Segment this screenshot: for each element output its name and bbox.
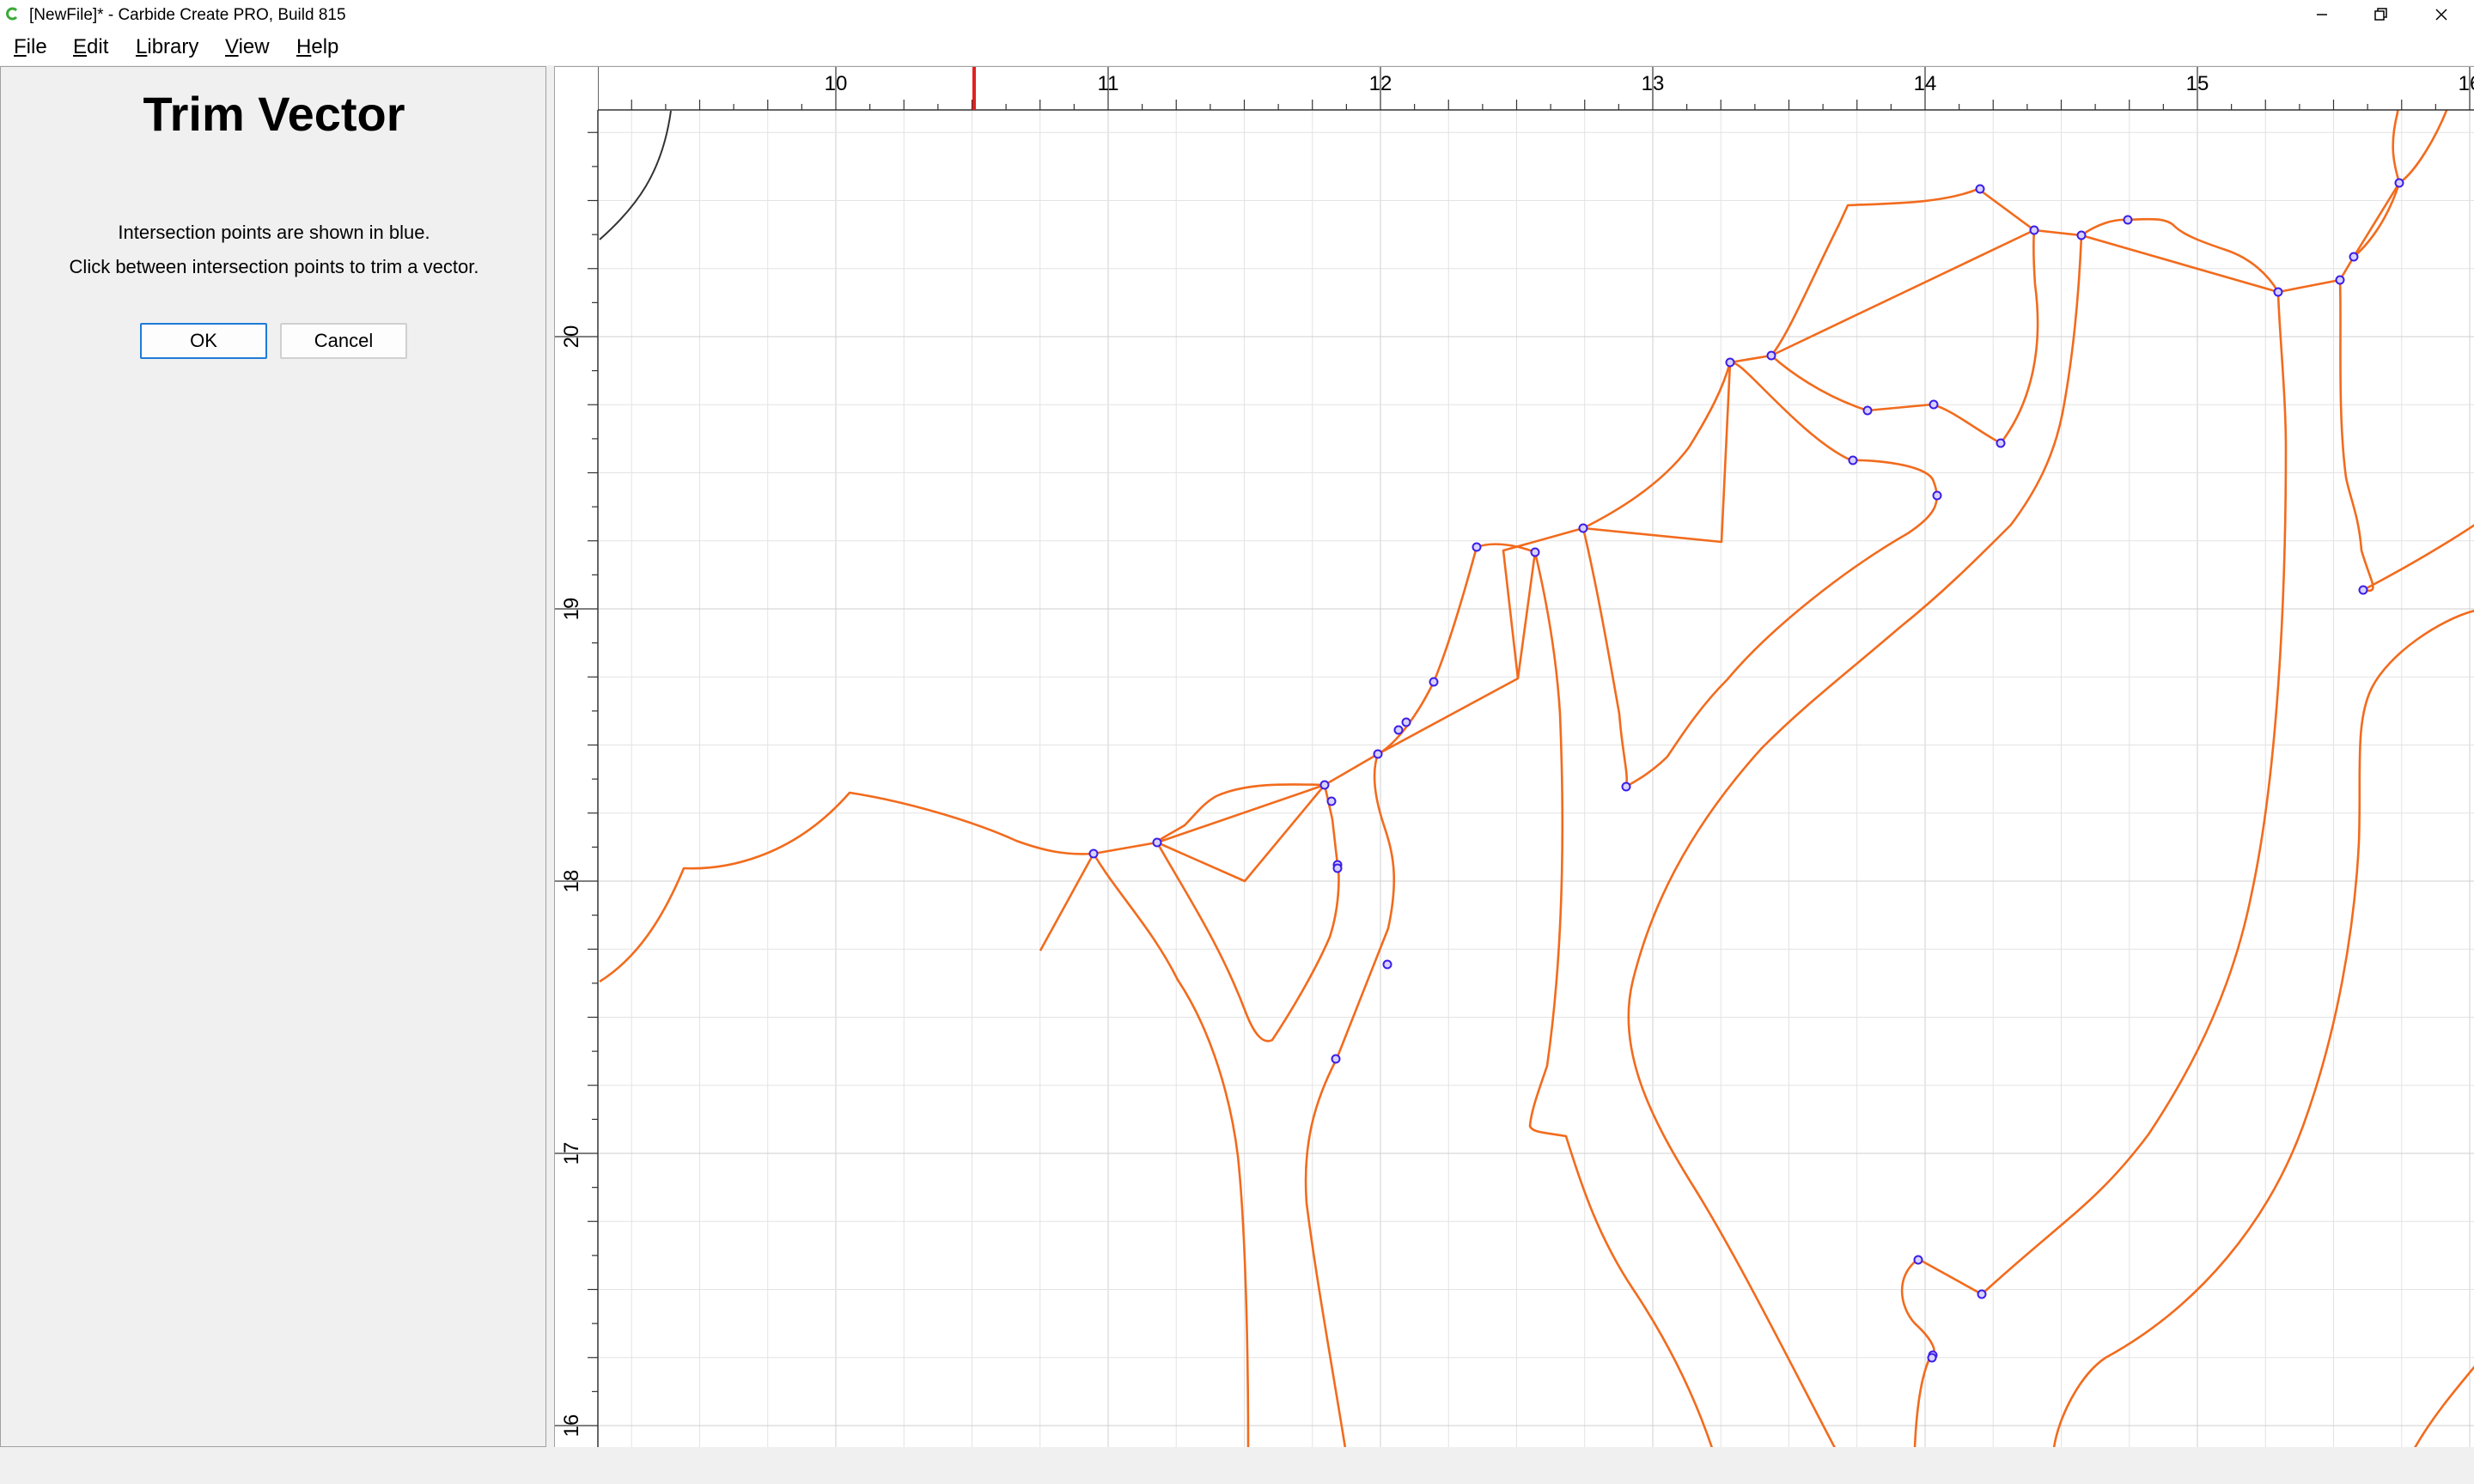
intersection-point[interactable]	[1088, 848, 1099, 859]
intersection-point[interactable]	[1932, 490, 1942, 501]
vector-path[interactable]	[1092, 853, 1250, 1447]
ruler-x-label: 15	[2186, 72, 2209, 95]
restore-icon	[2374, 8, 2387, 21]
vector-path[interactable]	[1770, 182, 2401, 357]
intersection-point[interactable]	[1332, 863, 1343, 873]
intersection-point[interactable]	[2076, 230, 2087, 240]
close-icon	[2435, 9, 2447, 21]
black-arc-vector[interactable]	[599, 110, 672, 240]
intersection-point[interactable]	[1725, 357, 1735, 368]
ruler-y-label: 16	[560, 1414, 583, 1438]
ruler-x-label: 12	[1369, 72, 1392, 95]
status-bar	[0, 1447, 2474, 1484]
cancel-button[interactable]: Cancel	[280, 323, 407, 359]
canvas-grid	[598, 110, 2474, 1447]
title-bar: [NewFile]* - Carbide Create PRO, Build 8…	[0, 0, 2474, 29]
vector-path[interactable]	[1900, 291, 2288, 1447]
menu-view[interactable]: View	[225, 35, 270, 59]
ruler-y-label: 20	[560, 325, 583, 349]
panel-instruction-1: Intersection points are shown in blue.	[118, 222, 430, 243]
menu-edit[interactable]: Edit	[73, 35, 108, 59]
vector-path[interactable]	[1582, 187, 2035, 530]
intersection-point[interactable]	[1331, 1054, 1341, 1064]
intersection-point[interactable]	[1393, 725, 1404, 735]
design-canvas[interactable]: 10 11 12 13 14 15 16 20 19 18 17 16	[554, 66, 2474, 1447]
carbide-create-app-icon	[6, 7, 18, 21]
intersection-point[interactable]	[1927, 1353, 1937, 1363]
ruler-x-label: 13	[1642, 72, 1665, 95]
intersection-point[interactable]	[1848, 455, 1858, 465]
vector-path[interactable]	[1039, 783, 1325, 952]
intersection-point[interactable]	[2029, 225, 2039, 235]
intersection-points	[1088, 178, 2404, 1363]
ruler-x-label: 10	[825, 72, 848, 95]
vector-path[interactable]	[2338, 279, 2474, 593]
intersection-point[interactable]	[2123, 215, 2133, 225]
intersection-point[interactable]	[1862, 405, 1873, 416]
ruler-x-label: 16	[2459, 72, 2474, 95]
intersection-point[interactable]	[2394, 178, 2404, 188]
close-window-button[interactable]	[2409, 0, 2474, 29]
menu-help[interactable]: Help	[296, 35, 338, 59]
ruler-y-label: 19	[560, 598, 583, 621]
intersection-point[interactable]	[2358, 585, 2368, 595]
vertical-ruler	[555, 67, 599, 1447]
vector-path[interactable]	[1377, 543, 1537, 756]
vector-path[interactable]	[2414, 1365, 2474, 1447]
menu-file[interactable]: File	[14, 35, 47, 59]
minimize-button[interactable]	[2289, 0, 2355, 29]
vector-path[interactable]	[599, 791, 1094, 983]
window-title: [NewFile]* - Carbide Create PRO, Build 8…	[29, 6, 346, 24]
intersection-point[interactable]	[1578, 523, 1588, 533]
restore-button[interactable]	[2348, 0, 2413, 29]
ruler-x-label: 11	[1098, 72, 1119, 95]
vector-path[interactable]	[1528, 551, 1714, 1447]
intersection-point[interactable]	[1429, 677, 1439, 687]
intersection-point[interactable]	[2273, 287, 2283, 297]
intersection-point[interactable]	[1152, 837, 1162, 848]
intersection-point[interactable]	[1373, 749, 1383, 759]
vector-path[interactable]	[1155, 784, 1340, 1043]
vector-path[interactable]	[2052, 609, 2474, 1447]
intersection-point[interactable]	[1975, 184, 1985, 194]
intersection-point[interactable]	[1472, 542, 1482, 552]
minimize-icon	[2317, 14, 2327, 15]
panel-instruction-2: Click between intersection points to tri…	[69, 256, 479, 277]
intersection-point[interactable]	[1326, 796, 1337, 806]
vector-path[interactable]	[1581, 361, 1938, 788]
ruler-y-label: 17	[560, 1142, 583, 1165]
intersection-point[interactable]	[1382, 959, 1392, 970]
cursor-marker-horizontal-ruler	[972, 67, 976, 110]
vector-group	[599, 77, 2474, 1447]
panel-title: Trim Vector	[143, 87, 405, 141]
intersection-point[interactable]	[1319, 780, 1330, 790]
intersection-point[interactable]	[1913, 1255, 1923, 1265]
ruler-corner	[555, 67, 598, 110]
intersection-point[interactable]	[1766, 350, 1776, 361]
intersection-point[interactable]	[1929, 399, 1939, 410]
intersection-point[interactable]	[2349, 252, 2359, 262]
vector-path[interactable]	[1156, 526, 1584, 883]
intersection-point[interactable]	[2335, 275, 2345, 285]
ok-button[interactable]: OK	[140, 323, 267, 359]
menu-bar: File Edit Library View Help	[0, 29, 2474, 65]
menu-library[interactable]: Library	[136, 35, 198, 59]
intersection-point[interactable]	[1621, 782, 1631, 792]
intersection-point[interactable]	[1401, 717, 1411, 727]
intersection-point[interactable]	[1996, 438, 2006, 448]
trim-vector-panel: Trim Vector Intersection points are show…	[0, 66, 546, 1447]
intersection-point[interactable]	[1977, 1289, 1987, 1299]
vector-path[interactable]	[2081, 217, 2280, 293]
ruler-x-label: 14	[1914, 72, 1937, 95]
ruler-y-label: 18	[560, 870, 583, 893]
intersection-point[interactable]	[1530, 547, 1540, 557]
